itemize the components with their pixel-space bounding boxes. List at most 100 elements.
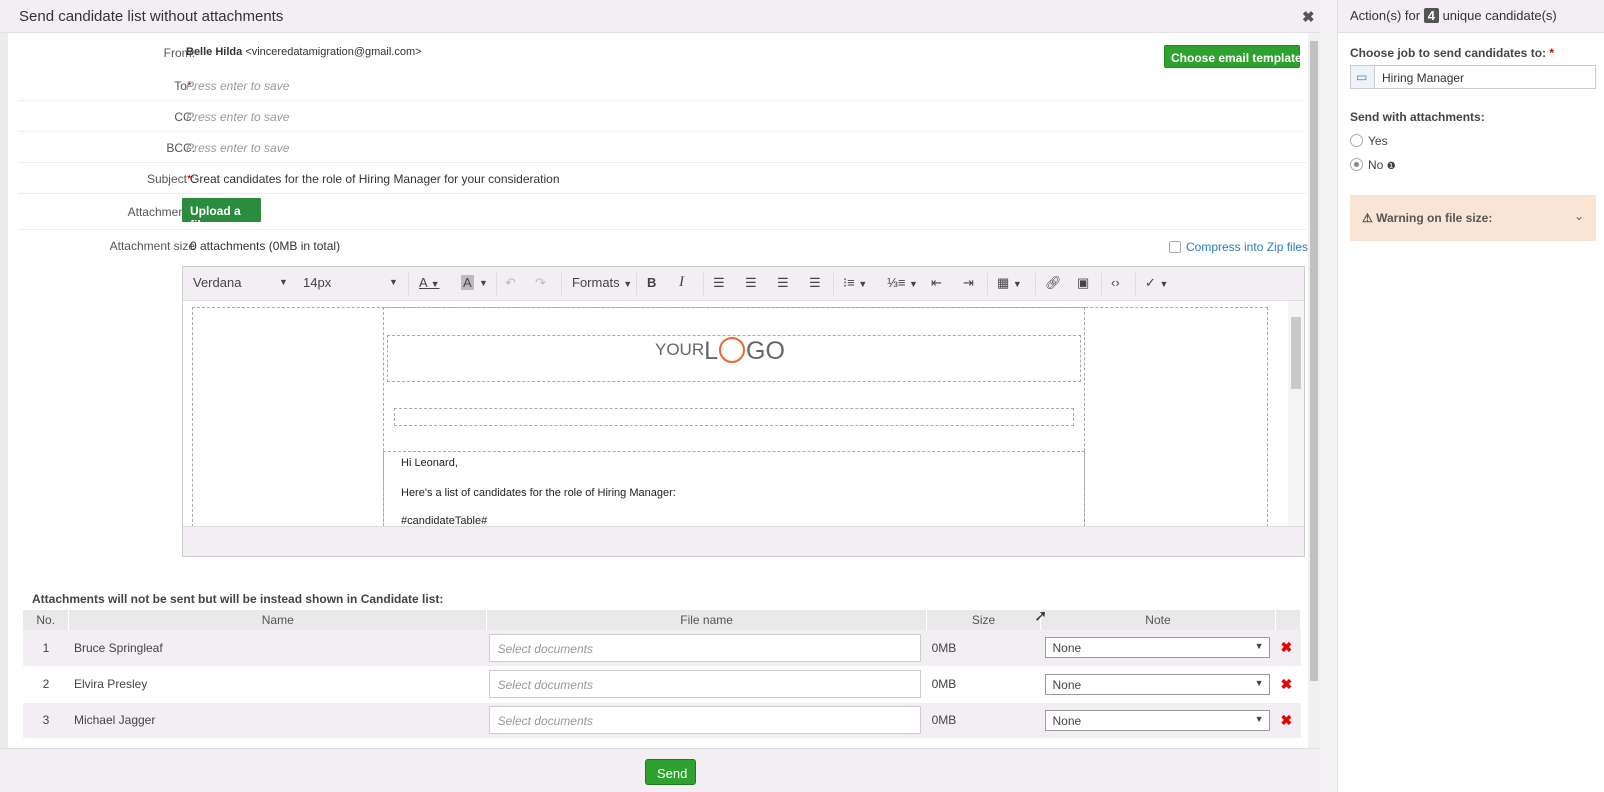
align-center-icon[interactable]: ☰ bbox=[745, 275, 757, 291]
to-input[interactable]: Press enter to save bbox=[186, 79, 289, 93]
row-no: 1 bbox=[23, 630, 69, 667]
image-icon[interactable]: ▣ bbox=[1077, 275, 1089, 291]
subject-label: Subject*: bbox=[146, 172, 195, 186]
note-select[interactable]: None ▼ bbox=[1045, 637, 1271, 659]
radio-yes[interactable]: Yes bbox=[1350, 134, 1388, 148]
from-email: <vinceredatamigration@gmail.com> bbox=[245, 46, 422, 58]
cc-input[interactable]: Press enter to save bbox=[186, 110, 289, 124]
col-actions bbox=[1275, 610, 1302, 630]
compress-zip-checkbox[interactable]: Compress into Zip files bbox=[1169, 240, 1308, 254]
bold-icon[interactable]: B bbox=[647, 275, 656, 290]
from-name: Belle Hilda bbox=[186, 46, 243, 58]
font-size-select[interactable]: 14px ▼ bbox=[303, 275, 401, 290]
close-icon[interactable]: ✖ bbox=[1302, 8, 1315, 26]
panel-header: Action(s) for 4 unique candidate(s) bbox=[1338, 0, 1604, 33]
spellcheck-icon[interactable]: ✓ ▼ bbox=[1145, 275, 1168, 291]
modal-scrollbar[interactable] bbox=[1308, 33, 1320, 748]
checkbox-box[interactable] bbox=[1169, 241, 1181, 253]
col-note: Note bbox=[1040, 610, 1276, 630]
company-logo: YOURL GO bbox=[655, 337, 785, 365]
mouse-cursor-icon: ➚ bbox=[1034, 608, 1048, 625]
table-row: 2 Elvira Presley Select documents 0MB No… bbox=[23, 666, 1301, 703]
undo-icon[interactable]: ↶ bbox=[505, 275, 516, 291]
editor-scroll-thumb[interactable] bbox=[1291, 317, 1301, 389]
remove-row-icon[interactable]: ✖ bbox=[1280, 639, 1292, 655]
numbered-list-icon[interactable]: ⅓≡ ▼ bbox=[887, 275, 918, 290]
align-left-icon[interactable]: ☰ bbox=[713, 275, 725, 291]
candidate-table-tag: #candidateTable# bbox=[401, 515, 488, 526]
bcc-input[interactable]: Press enter to save bbox=[186, 141, 289, 155]
select-documents-input[interactable]: Select documents bbox=[488, 633, 921, 662]
subject-input[interactable]: Great candidates for the role of Hiring … bbox=[190, 172, 560, 186]
greeting-text: Hi Leonard, bbox=[401, 457, 458, 469]
align-right-icon[interactable]: ☰ bbox=[777, 275, 789, 291]
table-row: 3 Michael Jagger Select documents 0MB No… bbox=[23, 702, 1301, 739]
body-text: Here's a list of candidates for the role… bbox=[401, 487, 676, 499]
radio-no[interactable]: No ❶ bbox=[1350, 158, 1396, 172]
file-size-warning[interactable]: ⚠ Warning on file size: ⌄ bbox=[1350, 195, 1596, 241]
info-icon[interactable]: ❶ bbox=[1387, 161, 1396, 172]
italic-icon[interactable]: I bbox=[679, 274, 684, 291]
candidate-attachments-table: No. Name File name Size Note 1 Bruce Spr… bbox=[23, 610, 1302, 739]
font-color-icon[interactable]: A ▼ bbox=[419, 275, 440, 290]
logo-target-icon bbox=[719, 337, 746, 363]
row-size: 0MB bbox=[926, 666, 1041, 703]
link-icon[interactable]: 🔗︎ bbox=[1045, 275, 1062, 291]
font-family-select[interactable]: Verdana ▼ bbox=[193, 275, 288, 290]
radio-icon[interactable] bbox=[1350, 134, 1363, 147]
outdent-icon[interactable]: ⇤ bbox=[931, 275, 942, 291]
col-size: Size bbox=[926, 610, 1041, 630]
attachment-size-value: 0 attachments (0MB in total) bbox=[190, 239, 341, 253]
from-value: Belle Hilda <vinceredatamigration@gmail.… bbox=[186, 46, 422, 58]
remove-row-icon[interactable]: ✖ bbox=[1280, 712, 1292, 728]
toolbar-separator bbox=[833, 273, 834, 295]
toolbar-separator bbox=[408, 273, 409, 295]
from-row: From: Belle Hilda <vinceredatamigration@… bbox=[18, 37, 1306, 67]
table-icon[interactable]: ▦ ▼ bbox=[997, 275, 1022, 291]
chevron-down-icon: ▼ bbox=[1254, 713, 1264, 724]
select-documents-input[interactable]: Select documents bbox=[488, 670, 921, 698]
candidate-count-badge: 4 bbox=[1423, 8, 1439, 23]
editor-toolbar: Verdana ▼ 14px ▼ A ▼ A ▼ ↶ ↷ Formats ▼ B I … bbox=[183, 267, 1304, 301]
toolbar-separator bbox=[987, 273, 988, 295]
remove-row-icon[interactable]: ✖ bbox=[1280, 676, 1292, 692]
row-no: 2 bbox=[23, 666, 69, 703]
attachments-note: Attachments will not be sent but will be… bbox=[32, 592, 444, 606]
note-select[interactable]: None ▼ bbox=[1045, 709, 1271, 731]
choose-email-template-button[interactable]: Choose email template ▾ bbox=[1164, 45, 1311, 68]
note-select[interactable]: None ▼ bbox=[1045, 673, 1271, 695]
toolbar-separator bbox=[1035, 273, 1036, 295]
editor-scrollbar[interactable] bbox=[1288, 301, 1304, 526]
upload-file-button[interactable]: Upload a file bbox=[182, 198, 261, 232]
chevron-down-icon: ▼ bbox=[1254, 641, 1264, 652]
send-button[interactable]: Send bbox=[645, 759, 696, 785]
chevron-down-icon[interactable]: ⌄ bbox=[1574, 209, 1584, 223]
row-name: Michael Jagger bbox=[68, 702, 487, 739]
indent-icon[interactable]: ⇥ bbox=[963, 275, 974, 291]
row-no: 3 bbox=[23, 702, 69, 739]
radio-icon[interactable] bbox=[1350, 158, 1363, 171]
select-documents-input[interactable]: Select documents bbox=[488, 706, 921, 734]
attachment-size-label: Attachment size bbox=[109, 239, 195, 253]
attachments-label: Send with attachments: bbox=[1350, 110, 1485, 124]
to-row: To*: Press enter to save bbox=[18, 70, 1306, 101]
formats-dropdown[interactable]: Formats ▼ bbox=[572, 275, 632, 290]
bullet-list-icon[interactable]: ⁝≡ ▼ bbox=[843, 275, 867, 291]
redo-icon[interactable]: ↷ bbox=[535, 275, 546, 291]
editor-content[interactable]: YOURL GO Hi Leonard, Here's a list of can… bbox=[183, 301, 1304, 526]
highlight-icon[interactable]: A bbox=[461, 275, 474, 290]
highlight-dropdown-icon[interactable]: ▼ bbox=[479, 278, 488, 288]
spacer-frame bbox=[394, 408, 1074, 426]
code-icon[interactable]: ‹› bbox=[1111, 275, 1120, 290]
subject-row: Subject*: Great candidates for the role … bbox=[18, 163, 1306, 194]
job-value: Hiring Manager bbox=[1382, 71, 1465, 85]
editor-statusbar bbox=[183, 526, 1304, 556]
cc-row: CC: Press enter to save bbox=[18, 101, 1306, 132]
col-file: File name bbox=[486, 610, 928, 630]
job-select[interactable]: ▭ Hiring Manager bbox=[1350, 65, 1596, 89]
modal-scroll-thumb[interactable] bbox=[1310, 41, 1318, 681]
bcc-row: BCC: Press enter to save bbox=[18, 132, 1306, 163]
toolbar-separator bbox=[636, 273, 637, 295]
rich-text-editor[interactable]: Verdana ▼ 14px ▼ A ▼ A ▼ ↶ ↷ Formats ▼ B I … bbox=[182, 266, 1305, 557]
justify-icon[interactable]: ☰ bbox=[809, 275, 821, 291]
